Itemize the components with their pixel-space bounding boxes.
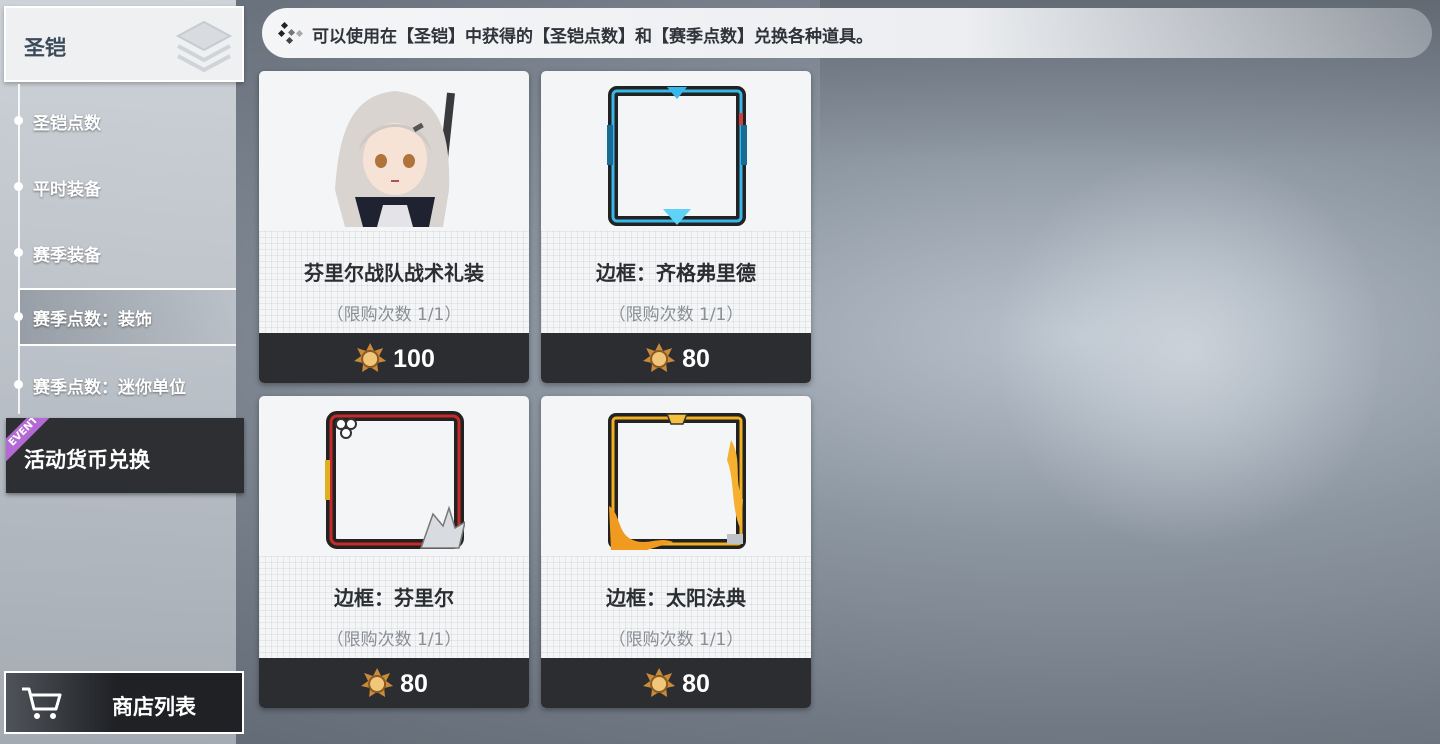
- sidebar-item-label: 圣铠点数: [33, 114, 101, 134]
- sidebar-item-label: 赛季装备: [33, 246, 101, 266]
- shop-item-card[interactable]: 边框：齐格弗里德 （限购次数 1/1） 80: [541, 71, 811, 383]
- sidebar-item-regular-equipment[interactable]: 平时装备: [14, 158, 236, 214]
- price-bar: 80: [541, 658, 811, 708]
- item-purchase-limit: （限购次数 1/1）: [608, 305, 744, 325]
- sidebar-item-label: 赛季点数：装饰: [33, 310, 152, 330]
- category-title: 圣铠: [24, 36, 66, 60]
- item-name: 芬里尔战队战术礼装: [304, 261, 484, 285]
- character-portrait-icon: [325, 85, 465, 227]
- item-purchase-limit: （限购次数 1/1）: [326, 305, 462, 325]
- item-purchase-limit: （限购次数 1/1）: [326, 630, 462, 650]
- sidebar-item-label: 赛季点数：迷你单位: [33, 378, 186, 398]
- shop-button-label: 商店列表: [112, 695, 196, 719]
- season-point-coin-icon: [643, 343, 676, 372]
- notice-bar: 可以使用在【圣铠】中获得的【圣铠点数】和【赛季点数】兑换各种道具。: [262, 8, 1432, 58]
- item-price: 80: [400, 669, 428, 698]
- event-button-label: 活动货币兑换: [24, 448, 150, 472]
- season-point-coin-icon: [354, 343, 387, 372]
- item-price: 80: [682, 669, 710, 698]
- sidebar-item-season-mini-unit[interactable]: 赛季点数：迷你单位: [14, 356, 236, 412]
- blue-frame-icon: [607, 86, 747, 226]
- item-price: 100: [393, 344, 435, 373]
- season-point-coin-icon: [361, 668, 394, 697]
- shop-item-card[interactable]: 边框：太阳法典 （限购次数 1/1） 80: [541, 396, 811, 708]
- timeline-dot: [14, 248, 23, 257]
- gold-frame-icon: [608, 413, 746, 550]
- item-purchase-limit: （限购次数 1/1）: [608, 630, 744, 650]
- sidebar-item-label: 平时装备: [33, 180, 101, 200]
- item-name: 边框：芬里尔: [334, 586, 454, 610]
- sidebar-item-season-equipment[interactable]: 赛季装备: [14, 224, 236, 280]
- item-name: 边框：太阳法典: [606, 586, 746, 610]
- sidebar-item-season-decoration[interactable]: 赛季点数：装饰: [14, 288, 236, 346]
- background-glow: [1000, 140, 1380, 560]
- price-bar: 80: [259, 658, 529, 708]
- price-bar: 100: [259, 333, 529, 383]
- layers-icon: [175, 20, 233, 73]
- category-header[interactable]: 圣铠: [4, 6, 244, 82]
- item-price: 80: [682, 344, 710, 373]
- timeline-dot: [14, 312, 23, 321]
- season-point-coin-icon: [643, 668, 676, 697]
- red-frame-icon: [325, 411, 465, 549]
- event-currency-exchange-button[interactable]: EVENT 活动货币兑换: [6, 418, 244, 493]
- shop-item-card[interactable]: 边框：芬里尔 （限购次数 1/1） 80: [259, 396, 529, 708]
- price-bar: 80: [541, 333, 811, 383]
- cart-icon: [22, 687, 62, 719]
- shop-item-card[interactable]: 芬里尔战队战术礼装 （限购次数 1/1） 100: [259, 71, 529, 383]
- notice-text: 可以使用在【圣铠】中获得的【圣铠点数】和【赛季点数】兑换各种道具。: [312, 27, 873, 47]
- timeline-dot: [14, 380, 23, 389]
- sparkle-dots-icon: [278, 22, 304, 44]
- timeline-dot: [14, 116, 23, 125]
- shop-list-button[interactable]: 商店列表: [4, 671, 244, 734]
- sidebar-item-holy-armor-points[interactable]: 圣铠点数: [14, 92, 236, 148]
- timeline-dot: [14, 182, 23, 191]
- item-name: 边框：齐格弗里德: [596, 261, 756, 285]
